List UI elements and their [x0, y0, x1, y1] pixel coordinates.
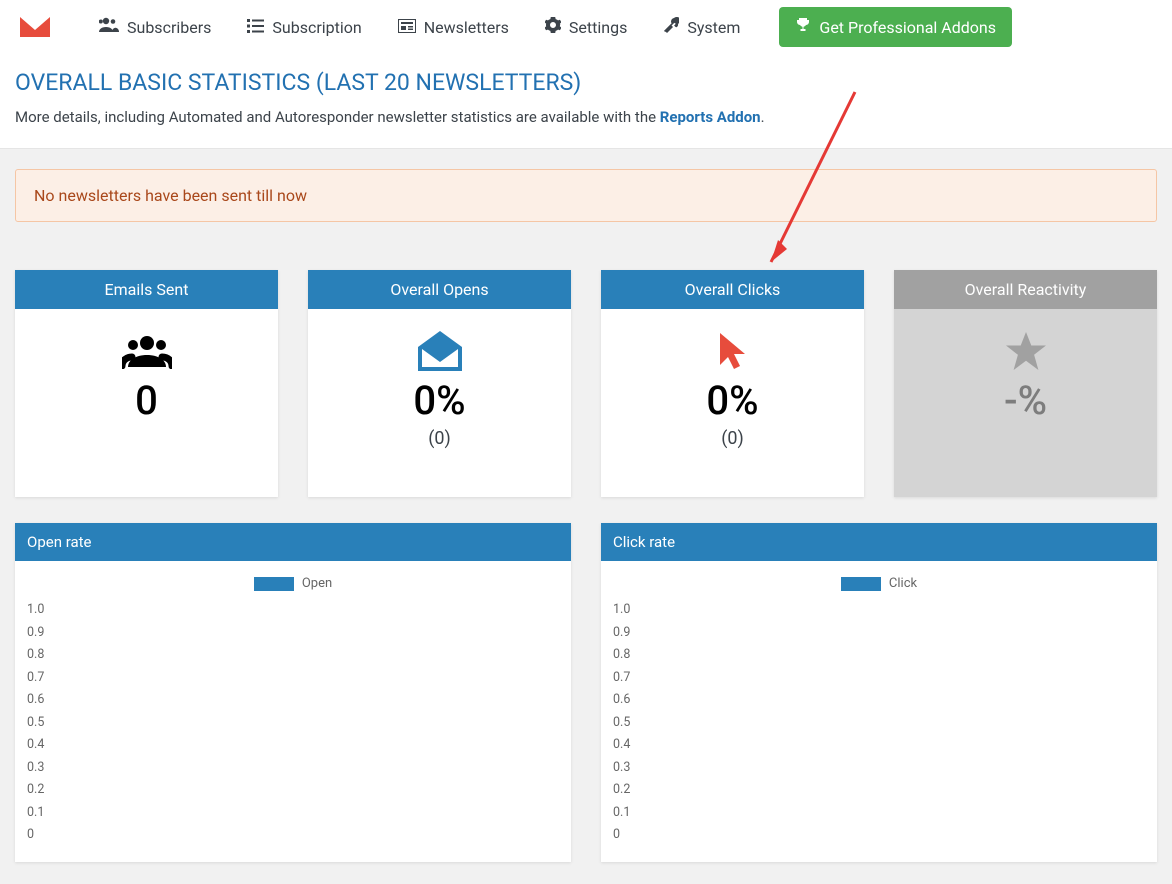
- chart-title: Click rate: [601, 523, 1157, 561]
- users-icon: [99, 17, 119, 37]
- ytick: 0.1: [609, 802, 1149, 825]
- newspaper-icon: [398, 18, 416, 37]
- card-overall-opens: Overall Opens 0% (0): [308, 270, 571, 497]
- ytick: 0.1: [23, 802, 563, 825]
- star-icon: [904, 329, 1147, 373]
- card-title: Overall Reactivity: [894, 270, 1157, 309]
- ytick: 0.7: [609, 667, 1149, 690]
- list-icon: [247, 18, 264, 37]
- page-title: OVERALL BASIC STATISTICS (LAST 20 NEWSLE…: [15, 69, 1157, 96]
- nav-system-label: System: [687, 18, 740, 37]
- users-group-icon: [25, 329, 268, 373]
- cursor-icon: [611, 329, 854, 373]
- ytick: 0.5: [609, 712, 1149, 735]
- get-pro-label: Get Professional Addons: [819, 18, 996, 37]
- legend-swatch-icon: [841, 577, 881, 591]
- ytick: 1.0: [609, 599, 1149, 622]
- overall-reactivity-value: -%: [904, 377, 1147, 424]
- legend-label: Open: [302, 576, 332, 591]
- ytick: 0: [609, 824, 1149, 847]
- charts-row: Open rate Open 1.0 0.9 0.8 0.7 0.6 0.5 0…: [15, 523, 1157, 862]
- chart-legend: Open: [23, 576, 563, 591]
- ytick: 0.4: [609, 734, 1149, 757]
- ytick: 0.3: [609, 757, 1149, 780]
- content-area: No newsletters have been sent till now E…: [0, 149, 1172, 882]
- emails-sent-value: 0: [25, 377, 268, 424]
- card-title: Overall Opens: [308, 270, 571, 309]
- chart-open-rate: Open rate Open 1.0 0.9 0.8 0.7 0.6 0.5 0…: [15, 523, 571, 862]
- overall-clicks-value: 0%: [611, 377, 854, 424]
- card-overall-clicks: Overall Clicks 0% (0): [601, 270, 864, 497]
- chart-legend: Click: [609, 576, 1149, 591]
- page-header: OVERALL BASIC STATISTICS (LAST 20 NEWSLE…: [0, 54, 1172, 149]
- nav-settings[interactable]: Settings: [530, 0, 642, 54]
- card-overall-reactivity: Overall Reactivity -%: [894, 270, 1157, 497]
- subtitle-pre: More details, including Automated and Au…: [15, 108, 660, 126]
- ytick: 0.3: [23, 757, 563, 780]
- nav-subscription-label: Subscription: [272, 18, 361, 37]
- nav-system[interactable]: System: [648, 0, 755, 54]
- nav-settings-label: Settings: [569, 18, 627, 37]
- wrench-icon: [663, 17, 679, 37]
- envelope-open-icon: [318, 329, 561, 373]
- card-emails-sent: Emails Sent 0: [15, 270, 278, 497]
- ytick: 1.0: [23, 599, 563, 622]
- overall-clicks-sub: (0): [611, 428, 854, 449]
- logo-icon: [20, 17, 50, 37]
- ytick: 0: [23, 824, 563, 847]
- overall-opens-value: 0%: [318, 377, 561, 424]
- ytick: 0.6: [609, 689, 1149, 712]
- ytick: 0.4: [23, 734, 563, 757]
- card-title: Emails Sent: [15, 270, 278, 309]
- chart-click-rate: Click rate Click 1.0 0.9 0.8 0.7 0.6 0.5…: [601, 523, 1157, 862]
- get-pro-button[interactable]: Get Professional Addons: [779, 7, 1012, 47]
- subtitle-post: .: [761, 108, 765, 126]
- nav-subscribers-label: Subscribers: [127, 18, 211, 37]
- ytick: 0.6: [23, 689, 563, 712]
- nav-subscribers[interactable]: Subscribers: [84, 0, 226, 54]
- overall-opens-sub: (0): [318, 428, 561, 449]
- ytick: 0.9: [23, 622, 563, 645]
- ytick: 0.5: [23, 712, 563, 735]
- legend-swatch-icon: [254, 577, 294, 591]
- no-newsletters-notice: No newsletters have been sent till now: [15, 169, 1157, 222]
- ytick: 0.2: [609, 779, 1149, 802]
- trophy-icon: [795, 17, 811, 37]
- ytick: 0.2: [23, 779, 563, 802]
- ytick: 0.8: [609, 644, 1149, 667]
- legend-label: Click: [889, 576, 917, 591]
- nav-newsletters-label: Newsletters: [424, 18, 509, 37]
- top-nav: Subscribers Subscription Newsletters Set…: [0, 0, 1172, 54]
- ytick: 0.7: [23, 667, 563, 690]
- chart-yaxis: 1.0 0.9 0.8 0.7 0.6 0.5 0.4 0.3 0.2 0.1 …: [609, 599, 1149, 847]
- stat-cards-row: Emails Sent 0 Overall Opens 0% (0) Overa…: [15, 270, 1157, 497]
- card-title: Overall Clicks: [601, 270, 864, 309]
- gear-icon: [545, 17, 561, 37]
- nav-newsletters[interactable]: Newsletters: [383, 0, 524, 54]
- reports-addon-link[interactable]: Reports Addon: [660, 108, 761, 126]
- ytick: 0.8: [23, 644, 563, 667]
- chart-title: Open rate: [15, 523, 571, 561]
- ytick: 0.9: [609, 622, 1149, 645]
- page-subtitle: More details, including Automated and Au…: [15, 108, 1157, 126]
- nav-subscription[interactable]: Subscription: [232, 0, 376, 54]
- chart-yaxis: 1.0 0.9 0.8 0.7 0.6 0.5 0.4 0.3 0.2 0.1 …: [23, 599, 563, 847]
